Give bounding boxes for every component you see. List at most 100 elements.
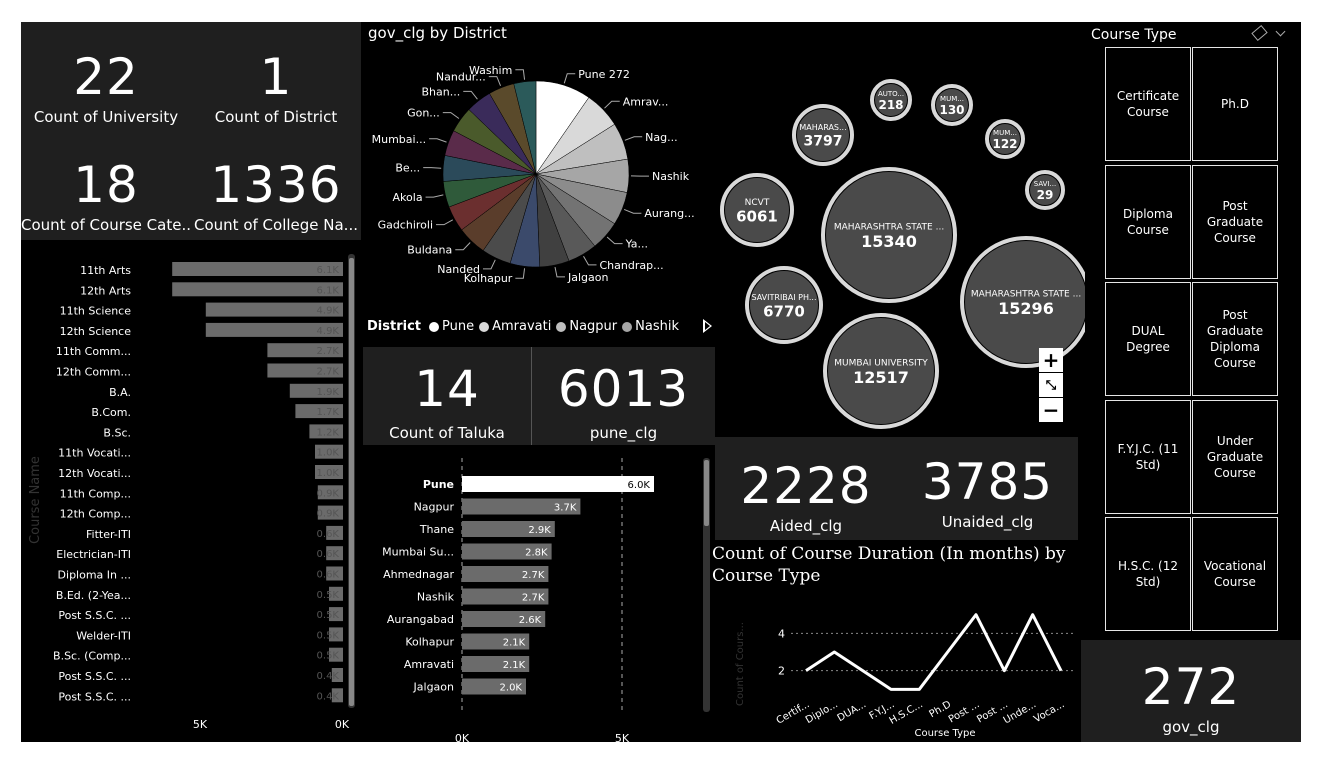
- data-label: 3.7K: [554, 503, 577, 514]
- data-label: 0.9K: [317, 488, 340, 499]
- bubble-value: 122: [992, 137, 1017, 151]
- leader-line: [442, 112, 460, 119]
- kpi-tile-top-left: 22 Count of University 1 Count of Distri…: [21, 22, 361, 240]
- line-chart-title: Count of Course Duration (In months) by …: [712, 544, 1066, 586]
- leader-line: [455, 242, 471, 251]
- bubble-value: 130: [939, 103, 964, 117]
- data-label: 1.0K: [317, 448, 340, 459]
- bubble-name: MAHARAS...: [799, 123, 846, 132]
- slicer-option-button[interactable]: Under Graduate Course: [1192, 399, 1278, 514]
- line-series[interactable]: [805, 613, 1063, 691]
- kpi-value: 1: [259, 48, 293, 106]
- fit-view-button[interactable]: ⤡: [1039, 373, 1063, 397]
- slicer-option-button[interactable]: Certificate Course: [1105, 47, 1191, 161]
- bubble-name: MAHARASHTRA STATE ...: [971, 289, 1081, 299]
- slice-label: Nanded: [437, 263, 480, 276]
- x-tick-label: Certif...: [775, 699, 812, 727]
- category-label: 11th Comp...: [60, 487, 131, 500]
- data-label: 1.2K: [317, 427, 340, 438]
- slicer-option-button[interactable]: DUAL Degree: [1105, 282, 1191, 396]
- data-label: 6.1K: [317, 265, 340, 276]
- legend-item[interactable]: Nashik: [622, 319, 679, 334]
- category-label: 11th Science: [60, 305, 132, 318]
- slice-label: Pune 272: [578, 68, 630, 81]
- slicer-option-button[interactable]: Ph.D: [1192, 47, 1278, 161]
- axis-title: Course Name: [28, 456, 43, 544]
- legend-item[interactable]: Pune: [429, 319, 474, 334]
- bubble-name: SAVI...: [1034, 180, 1056, 188]
- kpi-tile-aided: 2228 Aided_clg 3785 Unaided_clg: [715, 437, 1078, 540]
- bubble-value: 15340: [861, 232, 917, 251]
- bar[interactable]: [462, 476, 654, 492]
- data-label: 2.7K: [522, 570, 545, 581]
- axis-tick-label: 5K: [615, 732, 630, 742]
- district-pie-chart[interactable]: Pune 272 Amrav... Nag... Nashik Aurang... Ya.…: [361, 46, 721, 316]
- district-bar-chart[interactable]: Pune 6.0K Nagpur 3.7K Thane 2.9K Mumbai Su... 2…: [363, 454, 715, 742]
- kpi-aided: 2228 Aided_clg: [715, 461, 897, 535]
- data-label: 2.1K: [503, 660, 526, 671]
- y-tick-label: 2: [778, 665, 785, 678]
- category-label: Kolhapur: [405, 636, 454, 649]
- category-label: Post S.S.C. ...: [58, 690, 131, 703]
- scrollbar-thumb[interactable]: [704, 460, 709, 526]
- bubble-name: NCVT: [745, 198, 770, 208]
- slicer-option-button[interactable]: H.S.C. (12 Std): [1105, 517, 1191, 631]
- data-label: 0.4K: [317, 671, 340, 682]
- kpi-value: 2228: [740, 457, 872, 515]
- kpi-label: Count of College Na...: [194, 216, 358, 234]
- category-label: B.Sc.: [103, 426, 131, 439]
- legend-text: Nagpur: [569, 319, 618, 334]
- dashboard: 22 Count of University 1 Count of Distri…: [21, 22, 1301, 742]
- zoom-out-button[interactable]: −: [1039, 398, 1063, 422]
- leader-line: [583, 256, 597, 266]
- course-name-bar-chart[interactable]: Course Name 11th Arts 6.1K 12th Arts 6.1K 11t…: [21, 250, 361, 742]
- category-label: 11th Vocati...: [58, 447, 131, 460]
- course-duration-line-chart[interactable]: 4 2 Count of Cours... Certif...Diplo...DUA.…: [711, 588, 1078, 742]
- kpi-value: 14: [414, 360, 480, 418]
- slicer-option-button[interactable]: F.Y.J.C. (11 Std): [1105, 399, 1191, 514]
- slice-label: Bhan...: [422, 85, 461, 98]
- kpi-label: Aided_clg: [769, 517, 843, 535]
- bubble-name: MAHARASHTRA STATE ...: [834, 222, 944, 232]
- slice-label: Buldana: [407, 244, 452, 257]
- eraser-icon[interactable]: [1251, 24, 1268, 42]
- category-label: Amravati: [404, 658, 454, 671]
- slicer-option-button[interactable]: Vocational Course: [1192, 517, 1278, 631]
- slicer-option-button[interactable]: Post Graduate Diploma Course: [1192, 282, 1278, 396]
- leader-line: [425, 194, 444, 198]
- data-label: 2.6K: [519, 615, 542, 626]
- chevron-down-icon[interactable]: [1275, 26, 1286, 37]
- category-label: 12th Comm...: [56, 366, 131, 379]
- category-label: 12th Comp...: [60, 508, 131, 521]
- slicer-option-button[interactable]: Post Graduate Course: [1192, 164, 1278, 279]
- category-label: Thane: [419, 523, 454, 536]
- legend-item[interactable]: Amravati: [479, 319, 551, 334]
- category-label: Post S.S.C. ...: [58, 609, 131, 622]
- category-label: B.A.: [109, 386, 131, 399]
- y-axis-title: Count of Cours...: [735, 622, 746, 706]
- data-label: 0.5K: [317, 590, 340, 601]
- category-label: Aurangabad: [387, 613, 454, 626]
- category-label: Nashik: [417, 591, 455, 604]
- kpi-value: 18: [73, 156, 139, 214]
- data-label: 0.5K: [317, 630, 340, 641]
- kpi-unaided: 3785 Unaided_clg: [897, 457, 1078, 531]
- kpi-label: Count of University: [33, 108, 179, 126]
- x-tick-label: Diplo...: [804, 699, 840, 726]
- data-label: 0.6K: [317, 570, 340, 581]
- university-bubble-chart[interactable]: MAHARASHTRA STATE ...15340MAHARASHTRA ST…: [715, 47, 1085, 437]
- data-label: 2.8K: [525, 548, 548, 559]
- kpi-value: 1336: [210, 156, 342, 214]
- scrollbar-thumb[interactable]: [349, 258, 354, 706]
- category-label: Welder-ITI: [76, 629, 131, 642]
- slicer-option-button[interactable]: Diploma Course: [1105, 164, 1191, 279]
- district-legend[interactable]: District Pune Amravati Nagpur Nashik: [367, 319, 679, 334]
- legend-text: Pune: [442, 319, 475, 334]
- data-label: 2.1K: [503, 638, 526, 649]
- legend-item[interactable]: Nagpur: [556, 319, 617, 334]
- category-label: 11th Comm...: [56, 345, 131, 358]
- data-label: 2.7K: [522, 593, 545, 604]
- data-label: 2.9K: [528, 525, 551, 536]
- x-tick-label: Post ...: [947, 699, 982, 725]
- zoom-in-button[interactable]: +: [1039, 348, 1063, 372]
